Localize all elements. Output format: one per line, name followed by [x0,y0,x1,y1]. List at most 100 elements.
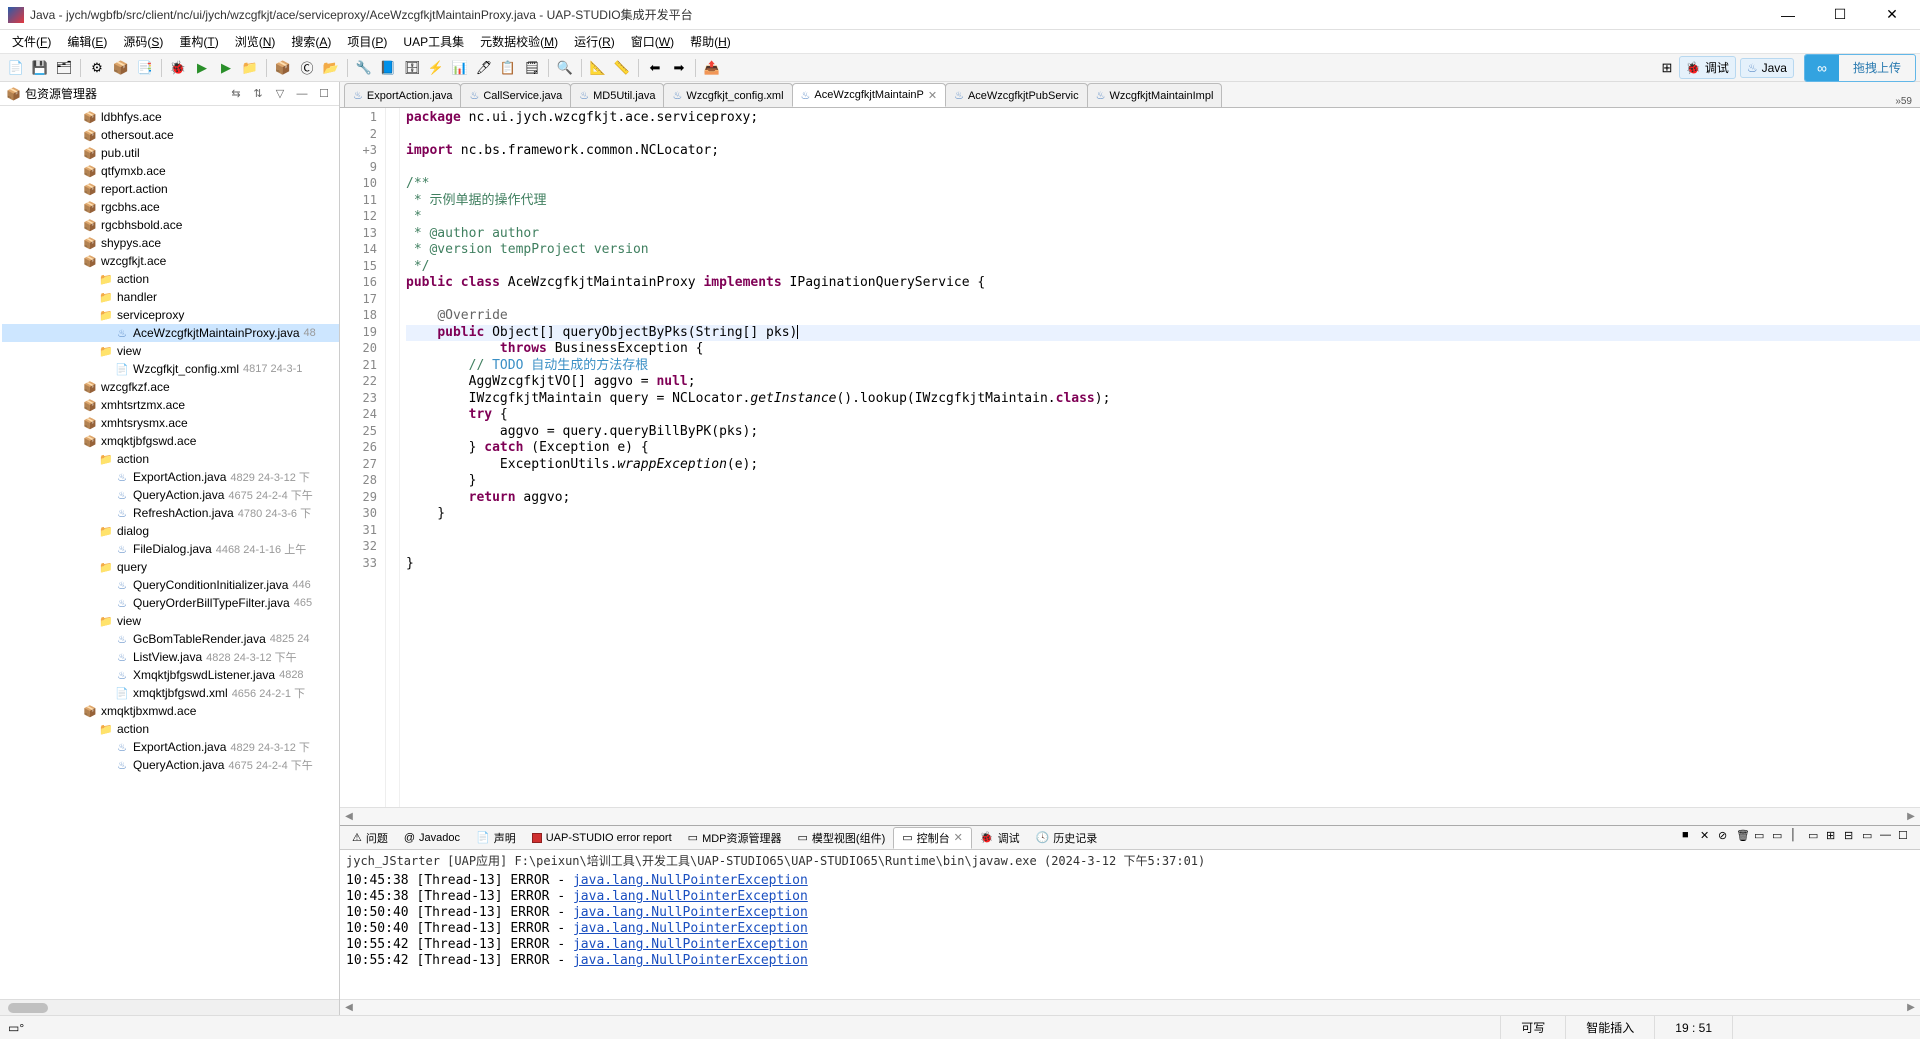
console-toolbar-button[interactable]: ⊞ [1826,829,1844,847]
menu-源码[interactable]: 源码(S) [115,31,171,52]
tree-item[interactable]: 📄Wzcgfkjt_config.xml4817 24-3-1 [2,360,339,378]
menu-重构[interactable]: 重构(T) [171,31,226,52]
stacktrace-link[interactable]: java.lang.NullPointerException [573,953,808,968]
stacktrace-link[interactable]: java.lang.NullPointerException [573,889,808,904]
tree-item[interactable]: 📦xmhtsrtzmx.ace [2,396,339,414]
code-editor[interactable]: 12+3910111213141516171819202122232425262… [340,108,1920,807]
link-editor-button[interactable]: ⇅ [249,85,267,103]
collapse-all-button[interactable]: ⇆ [227,85,245,103]
menu-文件[interactable]: 文件(F) [4,31,59,52]
console-toolbar-button[interactable]: ■ [1682,829,1700,847]
console-toolbar-button[interactable]: ▭ [1808,829,1826,847]
console-toolbar-button[interactable]: 🗑 [1736,829,1754,847]
minimize-view-button[interactable]: — [293,85,311,103]
new-class-button[interactable]: Ⓒ [296,57,318,79]
menu-UAP工具集[interactable]: UAP工具集 [395,31,472,52]
tree-item[interactable]: ♨ListView.java4828 24-3-12 下午 [2,648,339,666]
tool-icon[interactable]: 📦 [110,57,132,79]
stacktrace-link[interactable]: java.lang.NullPointerException [573,937,808,952]
tool-icon[interactable]: 🗄 [401,57,423,79]
run-external-button[interactable]: ▶ [215,57,237,79]
menu-项目[interactable]: 项目(P) [339,31,395,52]
search-button[interactable]: 🔍 [554,57,576,79]
editor-tab[interactable]: ♨WzcgfkjtMaintainImpl [1087,83,1223,107]
tree-item[interactable]: 📦xmqktjbxmwd.ace [2,702,339,720]
tree-item[interactable]: 📁handler [2,288,339,306]
bottom-tab-MDP资源管理器[interactable]: ▭MDP资源管理器 [680,828,790,848]
close-icon[interactable]: ✕ [954,831,963,844]
perspective-debug[interactable]: 🐞 调试 [1679,56,1736,79]
tree-item[interactable]: 📁view [2,342,339,360]
menu-元数据校验[interactable]: 元数据校验(M) [472,31,566,52]
minimize-button[interactable]: — [1768,1,1808,29]
maximize-view-button[interactable]: ☐ [315,85,333,103]
tree-item[interactable]: 📁view [2,612,339,630]
tree-item[interactable]: 📁action [2,720,339,738]
tree-item[interactable]: 📦othersout.ace [2,126,339,144]
editor-tab[interactable]: ♨CallService.java [460,83,571,107]
tree-item[interactable]: ♨QueryAction.java4675 24-2-4 下午 [2,486,339,504]
new-button[interactable]: 📄 [5,57,27,79]
menu-搜索[interactable]: 搜索(A) [283,31,339,52]
editor-tab[interactable]: ♨AceWzcgfkjtPubServic [945,83,1088,107]
tool-icon[interactable]: 📋 [497,57,519,79]
console-toolbar-button[interactable]: ☐ [1898,829,1916,847]
bottom-tab-问题[interactable]: ⚠问题 [344,828,396,848]
tree-item[interactable]: ♨QueryAction.java4675 24-2-4 下午 [2,756,339,774]
bottom-tab-UAP-STUDIO error report[interactable]: UAP-STUDIO error report [524,830,680,846]
menu-帮助[interactable]: 帮助(H) [682,31,739,52]
code-area[interactable]: package nc.ui.jych.wzcgfkjt.ace.servicep… [400,108,1920,807]
tool-icon[interactable]: 📁 [239,57,261,79]
stacktrace-link[interactable]: java.lang.NullPointerException [573,921,808,936]
tree-item[interactable]: 📦shypys.ace [2,234,339,252]
tool-icon[interactable]: 🔧 [353,57,375,79]
save-all-button[interactable]: 🗂 [53,57,75,79]
tree-item[interactable]: ♨ExportAction.java4829 24-3-12 下 [2,468,339,486]
open-perspective-button[interactable]: ⊞ [1656,57,1678,79]
tree-item[interactable]: ♨XmqktjbfgswdListener.java4828 [2,666,339,684]
tool-icon[interactable]: ⚙ [86,57,108,79]
console-toolbar-button[interactable]: ⊘ [1718,829,1736,847]
maximize-button[interactable]: ☐ [1820,1,1860,29]
editor-scrollbar[interactable]: ◀▶ [340,807,1920,825]
bottom-tab-Javadoc[interactable]: @Javadoc [396,830,468,846]
tool-icon[interactable]: ⚡ [425,57,447,79]
swap-upload-button[interactable]: ∞ 拖拽上传 [1804,54,1916,82]
tree-item[interactable]: ♨AceWzcgfkjtMaintainProxy.java48 [2,324,339,342]
debug-button[interactable]: 🐞 [167,57,189,79]
tool-icon[interactable]: 📐 [587,57,609,79]
tree-item[interactable]: 📦pub.util [2,144,339,162]
tree-item[interactable]: 📦wzcgfkjt.ace [2,252,339,270]
tool-icon[interactable]: 📊 [449,57,471,79]
tool-icon[interactable]: 📑 [134,57,156,79]
tool-icon[interactable]: 🖊 [473,57,495,79]
menu-浏览[interactable]: 浏览(N) [227,31,284,52]
tree-item[interactable]: ♨GcBomTableRender.java4825 24 [2,630,339,648]
tree-item[interactable]: 📦xmqktjbfgswd.ace [2,432,339,450]
tree-item[interactable]: 📄xmqktjbfgswd.xml4656 24-2-1 下 [2,684,339,702]
tool-icon[interactable]: 🗒 [521,57,543,79]
tree-item[interactable]: 📦report.action [2,180,339,198]
console-toolbar-button[interactable]: — [1880,829,1898,847]
editor-tab[interactable]: ♨Wzcgfkjt_config.xml [663,83,792,107]
menu-窗口[interactable]: 窗口(W) [623,31,682,52]
tool-icon[interactable]: 📂 [320,57,342,79]
tree-item[interactable]: 📁query [2,558,339,576]
save-button[interactable]: 💾 [29,57,51,79]
bottom-tab-模型视图(组件)[interactable]: ▭模型视图(组件) [790,828,894,848]
tree-item[interactable]: 📦xmhtsrysmx.ace [2,414,339,432]
menu-运行[interactable]: 运行(R) [566,31,623,52]
close-button[interactable]: ✕ [1872,1,1912,29]
console-scrollbar[interactable]: ◀▶ [340,999,1920,1015]
run-button[interactable]: ▶ [191,57,213,79]
editor-tab[interactable]: ♨MD5Util.java [570,83,664,107]
console-output[interactable]: 10:45:38 [Thread-13] ERROR - java.lang.N… [340,871,1920,999]
scrollbar[interactable] [0,999,339,1015]
tree-item[interactable]: 📦ldbhfys.ace [2,108,339,126]
tree-item[interactable]: ♨QueryConditionInitializer.java446 [2,576,339,594]
back-button[interactable]: ⬅ [644,57,666,79]
editor-tab[interactable]: ♨ExportAction.java [344,83,461,107]
console-toolbar-button[interactable]: ⊟ [1844,829,1862,847]
package-tree[interactable]: 📦ldbhfys.ace📦othersout.ace📦pub.util📦qtfy… [0,106,339,999]
console-toolbar-button[interactable]: ▭ [1754,829,1772,847]
